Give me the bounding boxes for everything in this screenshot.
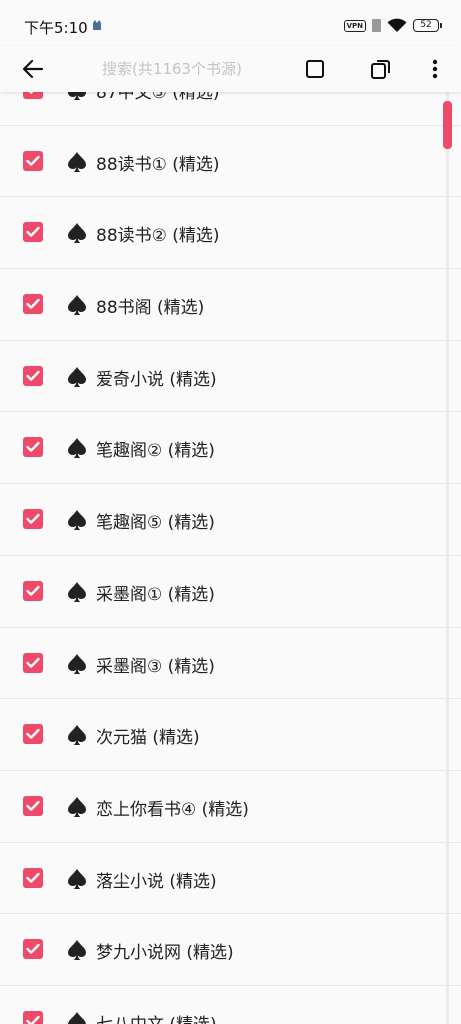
source-name: 88书阁 (精选) — [96, 298, 205, 319]
more-menu-button[interactable] — [420, 55, 450, 83]
copy-icon — [371, 60, 390, 79]
source-name: 七八中文 (精选) — [96, 1010, 217, 1024]
spade-icon — [68, 151, 86, 172]
more-vertical-icon — [432, 59, 438, 79]
source-row[interactable]: 笔趣阁⑤ (精选) — [0, 484, 461, 556]
source-row[interactable]: 88书阁 (精选) — [0, 269, 461, 341]
search-input[interactable] — [74, 53, 270, 85]
scrollbar-track — [446, 92, 449, 1024]
source-name: 88读书② (精选) — [96, 226, 220, 247]
source-row[interactable]: 七八中文 (精选) — [0, 985, 461, 1024]
source-name: 恋上你看书④ (精选) — [96, 799, 249, 820]
source-row[interactable]: 笔趣阁② (精选) — [0, 412, 461, 485]
battery-icon: 52 — [413, 19, 442, 32]
source-row[interactable]: 梦九小说网 (精选) — [0, 914, 461, 986]
source-checkbox[interactable] — [23, 294, 43, 315]
spade-icon — [68, 366, 86, 387]
source-row[interactable]: 爱奇小说 (精选) — [0, 340, 461, 413]
revert-selection-button[interactable] — [366, 55, 396, 83]
spade-icon — [68, 868, 86, 889]
source-checkbox[interactable] — [23, 795, 43, 816]
source-checkbox[interactable] — [23, 150, 43, 171]
source-checkbox[interactable] — [23, 939, 43, 960]
source-checkbox[interactable] — [23, 580, 43, 601]
source-list: 87中文⑤ (精选) 88读书① (精选) 88读书② (精选) 88书阁 (精选) 爱… — [0, 54, 461, 1024]
source-checkbox[interactable] — [23, 509, 43, 530]
status-time: 下午5:10 — [24, 19, 88, 37]
toolbar — [0, 46, 461, 92]
source-checkbox[interactable] — [23, 365, 43, 386]
source-name: 梦九小说网 (精选) — [96, 943, 234, 964]
checkmark-icon — [26, 227, 40, 238]
checkmark-icon — [26, 370, 40, 381]
source-row[interactable]: 88读书② (精选) — [0, 197, 461, 270]
source-row[interactable]: 采墨阁③ (精选) — [0, 627, 461, 700]
spade-icon — [68, 653, 86, 674]
source-checkbox[interactable] — [23, 867, 43, 888]
checkmark-icon — [26, 1015, 40, 1024]
source-checkbox[interactable] — [23, 1010, 43, 1024]
sim-icon — [372, 19, 381, 32]
scrollbar-thumb[interactable] — [443, 101, 452, 149]
wifi-icon — [387, 18, 407, 32]
spade-icon — [68, 438, 86, 459]
source-name: 爱奇小说 (精选) — [96, 369, 217, 390]
spade-icon — [68, 223, 86, 244]
status-bar: 下午5:10 VPN 52 — [0, 0, 461, 46]
checkmark-icon — [26, 155, 40, 166]
source-row[interactable]: 次元猫 (精选) — [0, 699, 461, 771]
source-name: 采墨阁③ (精选) — [96, 656, 215, 677]
checkmark-icon — [26, 585, 40, 596]
spade-icon — [68, 581, 86, 602]
source-row[interactable]: 落尘小说 (精选) — [0, 842, 461, 915]
checkmark-icon — [26, 872, 40, 883]
source-checkbox[interactable] — [23, 724, 43, 745]
arrow-left-icon — [22, 59, 44, 79]
checkmark-icon — [26, 657, 40, 668]
source-name: 采墨阁① (精选) — [96, 584, 215, 605]
source-row[interactable]: 恋上你看书④ (精选) — [0, 770, 461, 843]
spade-icon — [68, 1011, 86, 1024]
checkmark-icon — [26, 298, 40, 309]
checkmark-icon — [26, 513, 40, 524]
checkmark-icon — [26, 944, 40, 955]
checkmark-icon — [26, 800, 40, 811]
source-checkbox[interactable] — [23, 437, 43, 458]
back-button[interactable] — [18, 55, 48, 83]
source-name: 笔趣阁⑤ (精选) — [96, 513, 215, 534]
source-row[interactable]: 88读书① (精选) — [0, 125, 461, 198]
checkmark-icon — [26, 442, 40, 453]
vpn-badge: VPN — [343, 19, 366, 32]
spade-icon — [68, 796, 86, 817]
notification-cat-icon — [93, 20, 101, 30]
spade-icon — [68, 510, 86, 531]
source-name: 次元猫 (精选) — [96, 728, 200, 749]
source-row[interactable]: 采墨阁① (精选) — [0, 555, 461, 628]
checkbox-outline-icon — [306, 60, 324, 78]
spade-icon — [68, 295, 86, 316]
source-checkbox[interactable] — [23, 222, 43, 243]
select-all-button[interactable] — [300, 55, 330, 83]
source-name: 88读书① (精选) — [96, 154, 220, 175]
source-name: 笔趣阁② (精选) — [96, 441, 215, 462]
source-name: 落尘小说 (精选) — [96, 871, 217, 892]
checkmark-icon — [26, 728, 40, 739]
status-icons: VPN 52 — [343, 18, 442, 33]
spade-icon — [68, 725, 86, 746]
source-checkbox[interactable] — [23, 652, 43, 673]
spade-icon — [68, 940, 86, 961]
